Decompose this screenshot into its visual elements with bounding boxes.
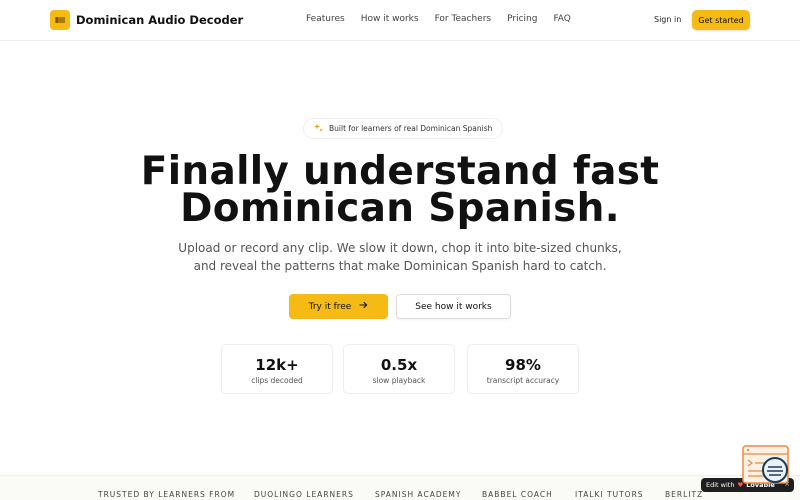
stat-value: 0.5x [380, 356, 418, 374]
stat-value: 12k+ [255, 356, 299, 374]
try-it-free-button[interactable]: Try it free [289, 294, 388, 319]
hero-title-line-2: Dominican Spanish. [180, 186, 620, 231]
see-how-it-works-button[interactable]: See how it works [396, 294, 511, 319]
trusted-name: SPANISH ACADEMY [375, 490, 462, 499]
hero-subtitle-line-2: and reveal the patterns that make Domini… [193, 259, 607, 273]
stat-card-accuracy: 98% transcript accuracy [467, 344, 579, 394]
stat-label: slow playback [372, 376, 426, 385]
stat-value: 98% [505, 356, 541, 374]
nav-link-pricing[interactable]: Pricing [507, 14, 537, 24]
assistant-window-icon [742, 445, 789, 484]
brand-name: Dominican Audio Decoder [76, 13, 244, 27]
nav-link-for-teachers[interactable]: For Teachers [435, 14, 492, 24]
arrow-right-icon [359, 301, 368, 312]
trusted-name: BERLITZ [665, 490, 704, 499]
trusted-name: DUOLINGO LEARNERS [254, 490, 354, 499]
trusted-name: ITALKI TUTORS [575, 490, 644, 499]
hero-badge: Built for learners of real Dominican Spa… [303, 118, 504, 139]
assistant-widget[interactable] [742, 445, 790, 485]
top-navigation: Dominican Audio Decoder Features How it … [0, 0, 800, 41]
stat-label: transcript accuracy [486, 376, 560, 385]
trusted-label: TRUSTED BY LEARNERS FROM [98, 490, 236, 499]
nav-link-features[interactable]: Features [306, 14, 345, 24]
try-it-free-label: Try it free [308, 301, 352, 312]
nav-link-how-it-works[interactable]: How it works [361, 14, 419, 24]
sign-in-link[interactable]: Sign in [654, 15, 681, 24]
sparkles-icon [314, 123, 324, 135]
waveform-icon [50, 10, 70, 30]
nav-links: Features How it works For Teachers Prici… [306, 14, 571, 24]
nav-link-faq[interactable]: FAQ [553, 14, 570, 24]
trusted-name: BABBEL COACH [482, 490, 553, 499]
brand[interactable]: Dominican Audio Decoder [50, 10, 243, 30]
stat-card-playback: 0.5x slow playback [343, 344, 455, 394]
stat-label: clips decoded [251, 376, 303, 385]
hero-subtitle-line-1: Upload or record any clip. We slow it do… [178, 241, 622, 255]
hero-badge-text: Built for learners of real Dominican Spa… [329, 124, 493, 133]
stat-card-clips: 12k+ clips decoded [221, 344, 333, 394]
get-started-button[interactable]: Get started [692, 10, 750, 30]
edit-with-label: Edit with [706, 481, 735, 489]
